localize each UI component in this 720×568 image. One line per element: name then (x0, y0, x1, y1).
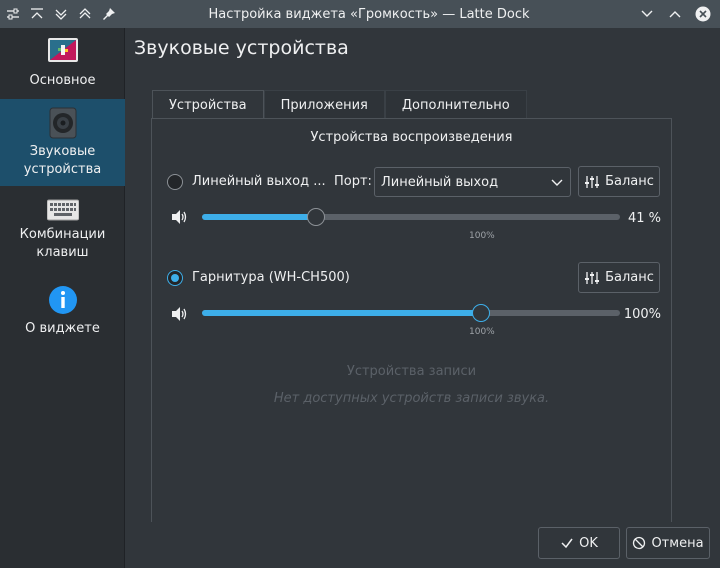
window-title: Настройка виджета «Громкость» — Latte Do… (208, 6, 530, 22)
tab-devices[interactable]: Устройства (152, 90, 264, 119)
cancel-button-label: Отмена (651, 535, 704, 551)
title-bar: Настройка виджета «Громкость» — Latte Do… (0, 0, 720, 28)
tab-applications[interactable]: Приложения (263, 90, 385, 119)
tab-advanced[interactable]: Дополнительно (384, 90, 527, 119)
playback-devices-heading: Устройства воспроизведения (310, 130, 513, 145)
volume-slider-line-out[interactable] (202, 208, 620, 226)
ok-button-label: OK (579, 535, 598, 551)
port-label: Порт: (334, 174, 372, 189)
port-select[interactable]: Линейный выход (374, 167, 571, 197)
keyboard-icon (46, 199, 79, 221)
volume-slider-fill (202, 214, 317, 220)
sidebar-item-label: Звуковые устройства (23, 144, 102, 177)
cancel-icon (633, 536, 646, 550)
sidebar-item-shortcuts[interactable]: Комбинации клавиш (0, 198, 125, 270)
sidebar-item-label: Основное (29, 73, 96, 88)
volume-slider-handle[interactable] (471, 304, 490, 322)
speaker-icon (49, 107, 76, 139)
volume-tick-label: 100% (469, 327, 495, 337)
sidebar-item-label: О виджете (25, 321, 100, 336)
volume-icon[interactable] (170, 305, 188, 323)
balance-button-headset[interactable]: Баланс (578, 262, 660, 293)
device-radio-line-out[interactable] (167, 174, 183, 190)
general-settings-icon (47, 38, 78, 62)
volume-icon[interactable] (170, 208, 188, 226)
shade-down-icon[interactable] (52, 5, 70, 23)
balance-button-line-out[interactable]: Баланс (578, 166, 660, 197)
volume-percent-line-out: 41 % (627, 211, 661, 226)
volume-slider-fill (202, 310, 481, 316)
sidebar-item-audio-devices[interactable]: Звуковые устройства (0, 99, 125, 186)
volume-tick-label: 100% (469, 231, 495, 241)
device-name-headset: Гарнитура (WH-CH500) (192, 270, 350, 285)
volume-slider-headset[interactable] (202, 304, 620, 322)
sidebar-item-about[interactable]: О виджете (0, 284, 125, 344)
equalizer-icon (585, 175, 600, 188)
balance-button-label: Баланс (605, 174, 654, 189)
keep-above-icon[interactable] (28, 5, 46, 23)
minimize-icon[interactable] (638, 5, 656, 23)
sidebar: Основное Звуковые устройства Комбинации … (0, 28, 125, 568)
equalizer-icon (585, 271, 600, 284)
window-menu-icon[interactable] (4, 5, 22, 23)
balance-button-label: Баланс (605, 270, 654, 285)
close-icon[interactable] (694, 5, 712, 23)
device-name-line-out: Линейный выход ... (192, 174, 326, 189)
device-radio-headset[interactable] (167, 270, 183, 286)
title-bar-right-buttons (638, 5, 720, 23)
info-icon (48, 286, 77, 314)
capture-devices-heading: Устройства записи (346, 364, 477, 379)
ok-button[interactable]: OK (538, 527, 620, 559)
title-bar-left-buttons (0, 5, 130, 23)
cancel-button[interactable]: Отмена (626, 527, 710, 559)
shade-up-icon[interactable] (76, 5, 94, 23)
pin-icon[interactable] (100, 5, 118, 23)
checkmark-icon (561, 538, 573, 549)
sidebar-item-label: Комбинации клавиш (19, 227, 106, 260)
maximize-icon[interactable] (666, 5, 684, 23)
page-title: Звуковые устройства (134, 37, 349, 59)
chevron-down-icon (551, 179, 563, 186)
tab-bar: Устройства Приложения Дополнительно (152, 90, 527, 119)
port-select-value: Линейный выход (381, 174, 499, 190)
volume-percent-headset: 100% (623, 307, 661, 322)
sidebar-item-general[interactable]: Основное (0, 36, 125, 98)
capture-empty-message: Нет доступных устройств записи звука. (273, 391, 550, 406)
